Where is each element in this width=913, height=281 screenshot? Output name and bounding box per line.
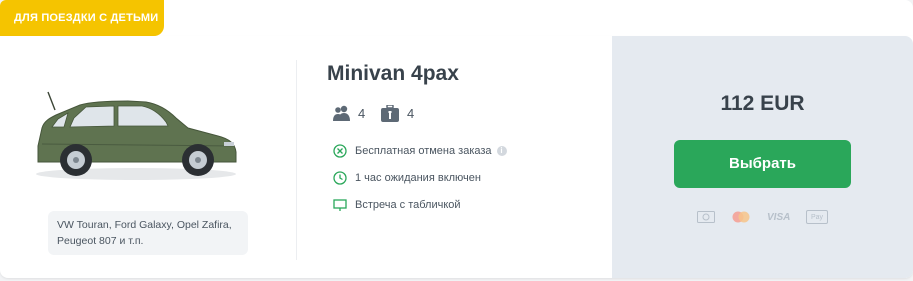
feature-waiting-time: 1 час ожидания включен xyxy=(333,170,481,186)
passengers-count: 4 xyxy=(358,105,366,121)
feature-label: Бесплатная отмена заказа xyxy=(355,145,492,157)
vertical-divider xyxy=(296,60,297,260)
apple-pay-label: Pay xyxy=(810,213,824,221)
passenger-capacity: 4 xyxy=(333,103,365,123)
luggage-count: 4 xyxy=(407,105,415,121)
passengers-icon xyxy=(333,105,350,121)
mastercard-icon xyxy=(732,211,750,223)
feature-free-cancellation: Бесплатная отмена заказа i xyxy=(333,143,507,159)
vehicle-title: Minivan 4pax xyxy=(327,62,459,85)
family-badge: ДЛЯ ПОЕЗДКИ С ДЕТЬМИ xyxy=(0,0,164,36)
info-icon[interactable]: i xyxy=(496,146,507,156)
similar-models-line: Peugeot 807 и т.п. xyxy=(57,235,144,247)
visa-logo: VISA xyxy=(767,211,791,223)
feature-label: 1 час ожидания включен xyxy=(355,172,481,184)
similar-models-line: VW Touran, Ford Galaxy, Opel Zafira, xyxy=(57,219,232,231)
price-label: 112 EUR xyxy=(720,92,805,115)
clock-icon xyxy=(333,171,347,185)
select-button[interactable]: Выбрать xyxy=(674,140,851,188)
luggage-capacity: 4 xyxy=(381,103,414,123)
feature-label: Встреча с табличкой xyxy=(355,199,461,211)
cash-icon xyxy=(697,211,715,223)
cancel-circle-icon xyxy=(333,144,347,158)
feature-meet-with-sign: Встреча с табличкой xyxy=(333,197,461,213)
transfer-offer-card: ДЛЯ ПОЕЗДКИ С ДЕТЬМИ VW Touran, Ford Gal… xyxy=(0,0,913,281)
luggage-icon xyxy=(381,104,399,122)
sign-board-icon xyxy=(333,199,347,211)
similar-models-box: VW Touran, Ford Galaxy, Opel Zafira, Peu… xyxy=(48,211,248,255)
apple-pay-icon: Pay xyxy=(806,210,828,224)
minivan-car-image xyxy=(36,91,237,180)
